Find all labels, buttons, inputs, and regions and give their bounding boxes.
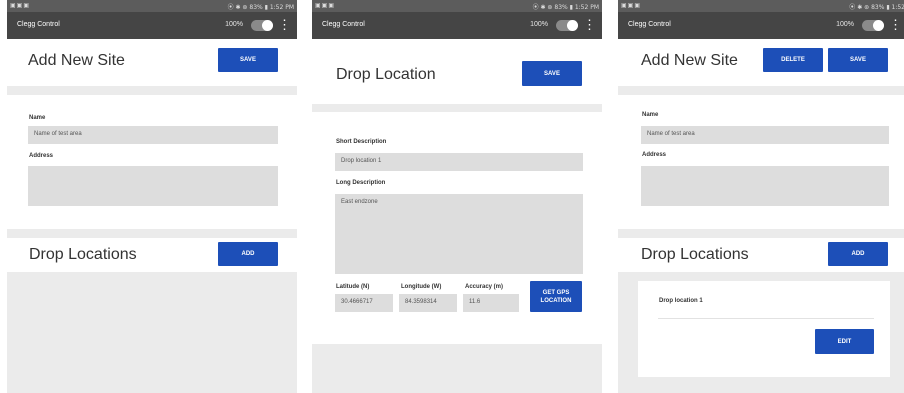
battery-percent: 100% [836,21,854,28]
address-field[interactable] [28,166,278,206]
section-divider [618,86,904,95]
address-label: Address [642,152,667,158]
long-description-field[interactable]: East endzone [335,194,583,274]
long-description-label: Long Description [336,180,386,186]
short-description-field[interactable]: Drop location 1 [335,153,583,171]
delete-button[interactable]: DELETE [763,48,823,72]
drop-locations-title: Drop Locations [29,246,137,263]
section-divider [312,104,602,112]
page-title: Add New Site [28,52,125,69]
name-field[interactable]: Name of test area [28,126,278,144]
latitude-field[interactable]: 30.4666717 [335,294,393,312]
name-label: Name [642,112,659,118]
page-title: Drop Location [336,66,436,83]
accuracy-field[interactable]: 11.6 [463,294,519,312]
kebab-menu-icon[interactable]: ⋮ [889,18,902,31]
battery-percent: 100% [530,21,548,28]
drop-locations-title: Drop Locations [641,246,749,263]
section-divider [618,229,904,238]
app-bar: Clegg Control 100% ⋮ [618,12,904,39]
toggle-switch[interactable] [251,20,273,31]
status-bar: ▣▣▣ ⦿ ✱ ⊛ 83% ▮ 1:52 [618,0,904,12]
add-button[interactable]: ADD [218,242,278,266]
edit-button[interactable]: EDIT [815,329,874,354]
accuracy-label: Accuracy (m) [465,284,504,290]
drop-location-card[interactable]: Drop location 1 EDIT [638,281,890,377]
address-label: Address [29,153,54,159]
get-gps-location-button[interactable]: GET GPS LOCATION [530,281,582,312]
card-divider [658,318,874,319]
section-divider [7,86,297,95]
toggle-knob [873,20,884,31]
longitude-field[interactable]: 84.3598314 [399,294,457,312]
system-status: ⦿ ✱ ⊛ 83% ▮ 1:52 PM [227,4,294,11]
system-status: ⦿ ✱ ⊛ 83% ▮ 1:52 PM [532,4,599,11]
system-status: ⦿ ✱ ⊛ 83% ▮ 1:52 [849,4,904,11]
toggle-switch[interactable] [862,20,884,31]
notification-icons: ▣▣▣ [10,2,31,9]
status-bar: ▣▣▣ ⦿ ✱ ⊛ 83% ▮ 1:52 PM [312,0,602,12]
short-description-label: Short Description [336,139,387,145]
toggle-knob [262,20,273,31]
add-button[interactable]: ADD [828,242,888,266]
status-bar: ▣▣▣ ⦿ ✱ ⊛ 83% ▮ 1:52 PM [7,0,297,12]
notification-icons: ▣▣▣ [315,2,336,9]
kebab-menu-icon[interactable]: ⋮ [278,18,291,31]
longitude-label: Longitude (W) [401,284,442,290]
toggle-knob [567,20,578,31]
save-button[interactable]: SAVE [218,48,278,72]
edit-site-screen: ▣▣▣ ⦿ ✱ ⊛ 83% ▮ 1:52 Clegg Control 100% … [618,0,904,393]
app-bar: Clegg Control 100% ⋮ [312,12,602,39]
drop-location-screen: ▣▣▣ ⦿ ✱ ⊛ 83% ▮ 1:52 PM Clegg Control 10… [312,0,602,393]
drop-location-name: Drop location 1 [659,298,703,304]
save-button[interactable]: SAVE [522,61,582,86]
app-bar: Clegg Control 100% ⋮ [7,12,297,39]
bottom-area [312,344,602,393]
name-label: Name [29,115,46,121]
kebab-menu-icon[interactable]: ⋮ [583,18,596,31]
section-divider [7,229,297,238]
app-title: Clegg Control [628,21,671,28]
app-title: Clegg Control [322,21,365,28]
toggle-switch[interactable] [556,20,578,31]
app-title: Clegg Control [17,21,60,28]
battery-percent: 100% [225,21,243,28]
notification-icons: ▣▣▣ [621,2,642,9]
name-field[interactable]: Name of test area [641,126,889,144]
latitude-label: Latitude (N) [336,284,370,290]
drop-locations-list [7,272,297,393]
save-button[interactable]: SAVE [828,48,888,72]
address-field[interactable] [641,166,889,206]
page-title: Add New Site [641,52,738,69]
add-site-screen: ▣▣▣ ⦿ ✱ ⊛ 83% ▮ 1:52 PM Clegg Control 10… [7,0,297,393]
